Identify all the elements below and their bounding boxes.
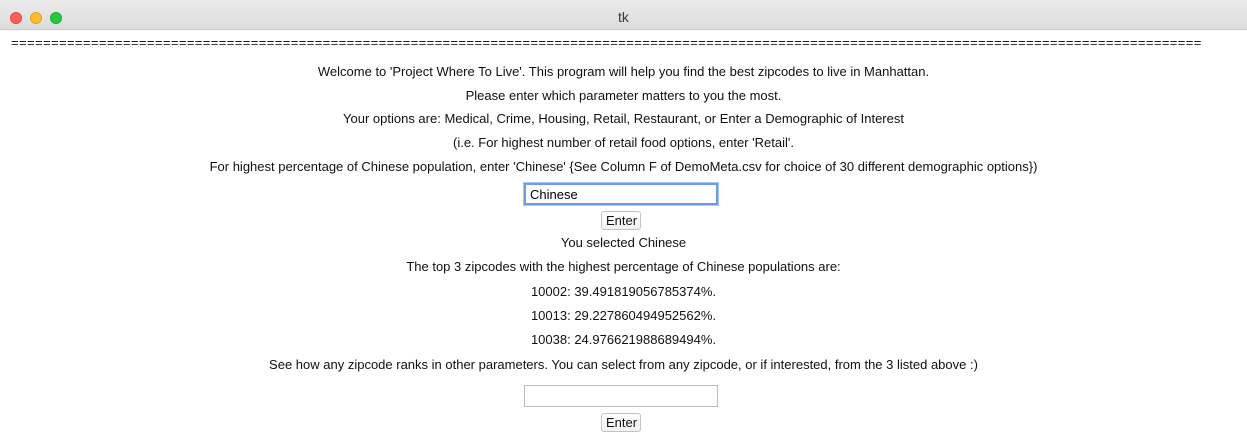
result-item: 10038: 24.976621988689494%. (530, 332, 717, 347)
selected-text: You selected Chinese (560, 235, 687, 250)
window-title: tk (618, 9, 629, 25)
result-item: 10013: 29.227860494952562%. (530, 308, 717, 323)
options-text: Your options are: Medical, Crime, Housin… (343, 111, 904, 126)
result-item: 10002: 39.491819056785374%. (530, 284, 717, 299)
enter-parameter-button[interactable]: Enter (601, 211, 641, 230)
app-window: tk =====================================… (0, 0, 1247, 434)
zipcode-input[interactable] (524, 385, 718, 407)
separator-line: ========================================… (11, 36, 1202, 50)
parameter-input[interactable] (524, 183, 718, 205)
results-heading: The top 3 zipcodes with the highest perc… (406, 259, 841, 274)
example-retail-text: (i.e. For highest number of retail food … (453, 135, 794, 150)
rank-prompt-text: See how any zipcode ranks in other param… (269, 357, 978, 372)
prompt-text: Please enter which parameter matters to … (465, 88, 782, 103)
enter-zipcode-button[interactable]: Enter (601, 413, 641, 432)
title-bar: tk (0, 0, 1247, 30)
welcome-text: Welcome to 'Project Where To Live'. This… (317, 64, 930, 79)
example-demographic-text: For highest percentage of Chinese popula… (209, 159, 1038, 174)
